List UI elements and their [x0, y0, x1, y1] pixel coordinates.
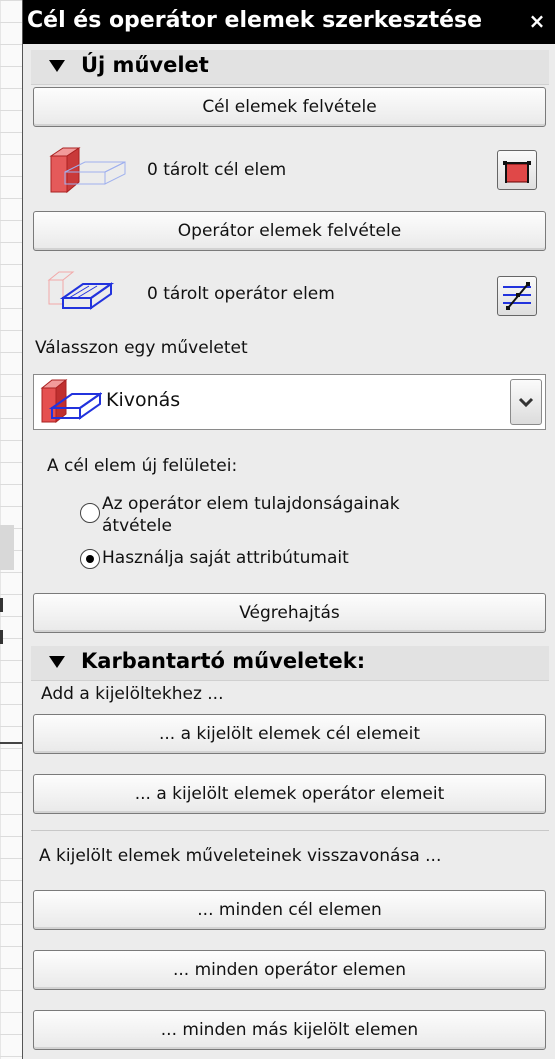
section-header-new-operation[interactable]: Új művelet: [31, 50, 549, 85]
radio-inherit-label-line2: átvétele: [102, 516, 172, 536]
operation-select[interactable]: Kivonás: [33, 374, 546, 430]
operator-count-text: 0 tárolt operátor elem: [147, 284, 335, 304]
add-target-elements-button[interactable]: Cél elemek felvétele: [33, 87, 546, 127]
select-operators-icon-button[interactable]: [497, 276, 537, 316]
add-selected-operators-button[interactable]: ... a kijelölt elemek operátor elemeit: [33, 774, 546, 814]
background-canvas-line: [0, 742, 22, 744]
select-targets-icon-button[interactable]: [497, 150, 537, 190]
radio-inherit-operator-attributes[interactable]: [80, 503, 100, 523]
background-canvas-mark: [0, 630, 3, 644]
background-canvas-shape: [0, 525, 14, 570]
operator-select-icon: [503, 282, 531, 310]
undo-all-targets-button[interactable]: ... minden cél elemen: [33, 890, 546, 930]
dropdown-arrow-button[interactable]: [510, 379, 542, 425]
radio-own-attributes-label: Használja saját attribútumait: [102, 548, 349, 568]
execute-button[interactable]: Végrehajtás: [33, 593, 546, 633]
target-element-icon: [49, 147, 126, 194]
add-operator-elements-button[interactable]: Operátor elemek felvétele: [33, 211, 546, 251]
section-title: Új művelet: [81, 53, 209, 77]
close-icon[interactable]: ×: [526, 10, 548, 32]
undo-all-other-button[interactable]: ... minden más kijelölt elemen: [33, 1010, 546, 1050]
palette-panel: Cél és operátor elemek szerkesztése × Új…: [22, 0, 555, 1059]
new-surfaces-label: A cél elem új felületei:: [47, 456, 238, 476]
divider: [31, 830, 549, 831]
target-select-icon: [503, 161, 531, 183]
add-selected-targets-button[interactable]: ... a kijelölt elemek cél elemeit: [33, 714, 546, 754]
section-header-maintenance[interactable]: Karbantartó műveletek:: [31, 646, 549, 681]
undo-all-operators-button[interactable]: ... minden operátor elemen: [33, 950, 546, 990]
undo-operations-label: A kijelölt elemek műveleteinek visszavon…: [39, 846, 442, 866]
window-title: Cél és operátor elemek szerkesztése: [27, 8, 483, 33]
choose-operation-label: Válasszon egy műveletet: [35, 338, 248, 358]
operation-select-value: Kivonás: [106, 389, 181, 411]
collapse-triangle-icon: [49, 656, 65, 668]
chevron-down-icon: [518, 397, 534, 408]
background-canvas-mark: [0, 598, 3, 612]
collapse-triangle-icon: [49, 60, 65, 72]
title-bar[interactable]: Cél és operátor elemek szerkesztése ×: [23, 0, 555, 44]
subtraction-icon: [40, 378, 102, 424]
operator-element-icon: [47, 271, 115, 310]
target-count-text: 0 tárolt cél elem: [147, 160, 287, 180]
radio-use-own-attributes[interactable]: [80, 549, 100, 569]
add-to-selected-label: Add a kijelöltekhez ...: [41, 684, 224, 704]
section-title: Karbantartó műveletek:: [81, 649, 366, 673]
radio-inherit-label-line1: Az operátor elem tulajdonságainak: [102, 494, 400, 514]
